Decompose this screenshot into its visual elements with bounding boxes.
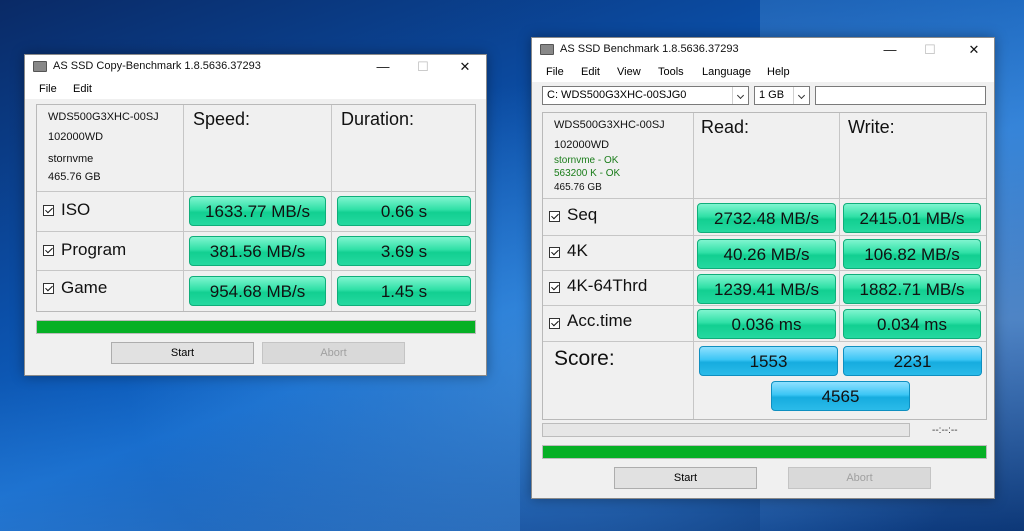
speed-header: Speed:: [193, 109, 251, 129]
menu-language[interactable]: Language: [702, 66, 751, 78]
drive-icon: [33, 61, 47, 72]
acctime-read-value: 0.036 ms: [697, 309, 836, 339]
abort-button: Abort: [788, 467, 931, 489]
size-select[interactable]: 1 GB: [754, 86, 810, 105]
acctime-write-value: 0.034 ms: [843, 309, 981, 339]
seq-write-value: 2415.01 MB/s: [843, 203, 981, 233]
score-total-value: 4565: [771, 381, 910, 411]
maximize-icon: ☐: [417, 59, 429, 74]
size-select-value: 1 GB: [759, 89, 785, 101]
menu-edit[interactable]: Edit: [581, 66, 600, 78]
close-icon[interactable]: ✕: [451, 58, 479, 76]
chevron-down-icon: [732, 87, 748, 104]
iso-speed-value: 1633.77 MB/s: [189, 196, 326, 226]
drive-icon: [540, 44, 554, 55]
score-write-value: 2231: [843, 346, 982, 376]
drive-model: WDS500G3XHC-00SJ: [554, 119, 665, 131]
results-panel: WDS500G3XHC-00SJ 102000WD stornvme 465.7…: [36, 104, 476, 312]
4k64-write-value: 1882.71 MB/s: [843, 274, 981, 304]
program-label: Program: [61, 240, 127, 259]
acctime-checkbox[interactable]: [549, 318, 560, 329]
window-title: AS SSD Benchmark 1.8.5636.37293: [560, 43, 739, 55]
drive-model: WDS500G3XHC-00SJ: [48, 111, 159, 123]
copy-benchmark-window: AS SSD Copy-Benchmark 1.8.5636.37293 — ☐…: [24, 54, 487, 376]
title-bar[interactable]: AS SSD Benchmark 1.8.5636.37293 — ☐ ✕: [532, 38, 994, 62]
program-duration-value: 3.69 s: [337, 236, 471, 266]
results-panel: WDS500G3XHC-00SJ 102000WD stornvme - OK …: [542, 112, 987, 420]
4k64-label: 4K-64Thrd: [567, 276, 648, 295]
menu-edit[interactable]: Edit: [73, 83, 92, 95]
menu-help[interactable]: Help: [767, 66, 790, 78]
4k-read-value: 40.26 MB/s: [697, 239, 836, 269]
minimize-icon[interactable]: —: [876, 41, 904, 59]
driver-status: stornvme - OK: [554, 155, 619, 166]
iso-duration-value: 0.66 s: [337, 196, 471, 226]
title-bar[interactable]: AS SSD Copy-Benchmark 1.8.5636.37293 — ☐…: [25, 55, 486, 79]
progress-fill: [543, 446, 986, 458]
benchmark-window: AS SSD Benchmark 1.8.5636.37293 — ☐ ✕ Fi…: [531, 37, 995, 499]
menu-tools[interactable]: Tools: [658, 66, 684, 78]
iso-checkbox[interactable]: [43, 205, 54, 216]
seq-read-value: 2732.48 MB/s: [697, 203, 836, 233]
4k64-read-value: 1239.41 MB/s: [697, 274, 836, 304]
drive-driver: stornvme: [48, 153, 94, 165]
4k-write-value: 106.82 MB/s: [843, 239, 981, 269]
4k-checkbox[interactable]: [549, 247, 560, 258]
progress-fill: [37, 321, 475, 333]
drive-capacity: 465.76 GB: [48, 171, 101, 183]
minimize-icon[interactable]: —: [369, 58, 397, 76]
desktop-light-floor: [0, 380, 520, 531]
progress-bar: [36, 320, 476, 334]
score-read-value: 1553: [699, 346, 838, 376]
game-label: Game: [61, 278, 108, 297]
window-title: AS SSD Copy-Benchmark 1.8.5636.37293: [53, 60, 261, 72]
name-input[interactable]: [815, 86, 986, 105]
drive-select[interactable]: C: WDS500G3XHC-00SJG0: [542, 86, 749, 105]
chevron-down-icon: [793, 87, 809, 104]
4k64-checkbox[interactable]: [549, 282, 560, 293]
game-checkbox[interactable]: [43, 283, 54, 294]
game-speed-value: 954.68 MB/s: [189, 276, 326, 306]
seq-checkbox[interactable]: [549, 211, 560, 222]
menu-file[interactable]: File: [546, 66, 564, 78]
program-checkbox[interactable]: [43, 245, 54, 256]
write-header: Write:: [848, 117, 895, 137]
acctime-label: Acc.time: [567, 311, 633, 330]
drive-firmware: 102000WD: [48, 131, 104, 143]
drive-capacity: 465.76 GB: [554, 182, 602, 193]
iso-label: ISO: [61, 200, 91, 219]
duration-header: Duration:: [341, 109, 415, 129]
maximize-icon: ☐: [924, 42, 936, 57]
elapsed-progress-bar: [542, 423, 910, 437]
elapsed-time: --:--:--: [932, 425, 958, 436]
progress-bar: [542, 445, 987, 459]
abort-button: Abort: [262, 342, 405, 364]
start-button[interactable]: Start: [614, 467, 757, 489]
4k-label: 4K: [567, 241, 588, 260]
game-duration-value: 1.45 s: [337, 276, 471, 306]
start-button[interactable]: Start: [111, 342, 254, 364]
seq-label: Seq: [567, 205, 598, 224]
program-speed-value: 381.56 MB/s: [189, 236, 326, 266]
drive-firmware: 102000WD: [554, 139, 610, 151]
alignment-status: 563200 K - OK: [554, 168, 621, 179]
close-icon[interactable]: ✕: [960, 41, 988, 59]
score-label: Score:: [554, 347, 615, 370]
menu-view[interactable]: View: [617, 66, 641, 78]
menu-bar: File Edit: [25, 79, 486, 99]
read-header: Read:: [701, 117, 750, 137]
drive-select-value: C: WDS500G3XHC-00SJG0: [547, 89, 687, 101]
menu-bar: File Edit View Tools Language Help: [532, 62, 994, 82]
menu-file[interactable]: File: [39, 83, 57, 95]
